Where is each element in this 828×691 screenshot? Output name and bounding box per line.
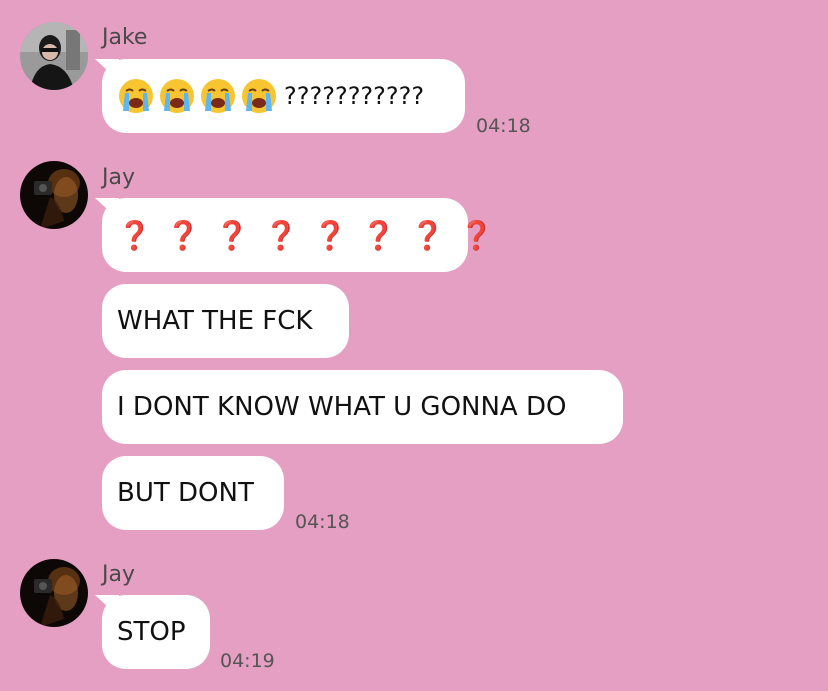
message-bubble[interactable]: ❓❓❓❓❓❓❓❓ [102, 198, 494, 272]
message-text: BUT DONT [117, 478, 254, 508]
message-text: I DONT KNOW WHAT U GONNA DO [117, 392, 567, 422]
message-timestamp: 04:18 [295, 511, 350, 533]
avatar-jay-image [20, 559, 88, 627]
avatar-jay[interactable] [20, 559, 88, 627]
loudly-crying-face-icon [242, 79, 276, 113]
loudly-crying-face-icon [201, 79, 235, 113]
message-timestamp: 04:18 [476, 115, 531, 137]
red-question-mark-icon: ❓❓❓❓❓❓❓❓ [117, 218, 508, 252]
sender-name: Jay [102, 165, 135, 190]
avatar-jake[interactable] [20, 22, 88, 90]
avatar-jake-image [20, 22, 88, 90]
avatar-jay[interactable] [20, 161, 88, 229]
message-bubble[interactable]: I DONT KNOW WHAT U GONNA DO [102, 370, 623, 444]
sender-name: Jay [102, 562, 135, 587]
message-text: ??????????? [284, 82, 425, 110]
message-text: WHAT THE FCK [117, 306, 313, 336]
message-timestamp: 04:19 [220, 650, 275, 672]
message-bubble[interactable]: ??????????? [102, 59, 465, 133]
message-bubble[interactable]: STOP [102, 595, 210, 669]
sender-name: Jake [102, 25, 148, 50]
loudly-crying-face-icon [119, 79, 153, 113]
loudly-crying-face-icon [160, 79, 194, 113]
message-bubble[interactable]: BUT DONT [102, 456, 284, 530]
message-content: ??????????? [117, 77, 424, 115]
message-text: STOP [117, 617, 186, 647]
message-bubble[interactable]: WHAT THE FCK [102, 284, 349, 358]
avatar-jay-image [20, 161, 88, 229]
